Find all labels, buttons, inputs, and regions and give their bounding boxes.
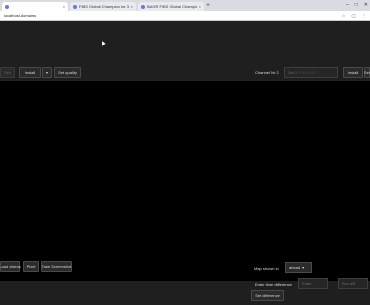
time-difference-extra-input[interactable]: Sec diff <box>338 278 368 289</box>
browser-tab-2[interactable]: FIBS Global Champion for 3D × <box>70 2 136 11</box>
mouse-cursor-icon <box>100 40 106 46</box>
channel-input[interactable]: Set 2 / / / / / / / / <box>284 67 338 78</box>
browser-tab-3[interactable]: BAGR FIBS Global Champion × <box>138 2 204 11</box>
address-bar[interactable]: localhost.domains ☆ ◯ ⋮ <box>0 11 370 21</box>
video-canvas[interactable] <box>0 81 370 281</box>
map-shown-value: ahead <box>289 265 301 270</box>
channel-label: Channel Nr 2 <box>255 70 279 75</box>
browser-tab-bar: × FIBS Global Champion for 3D × BAGR FIB… <box>0 0 370 11</box>
tab-favicon-icon <box>5 4 9 9</box>
window-controls: – □ ✕ <box>346 0 368 10</box>
new-tab-button[interactable]: + <box>204 2 212 11</box>
minimize-button[interactable]: – <box>346 0 349 10</box>
pixel-button[interactable]: Pixel <box>23 261 39 272</box>
sex-button[interactable]: Sex <box>0 67 15 78</box>
time-difference-label: Enter time difference <box>255 282 292 287</box>
load-videos-button[interactable]: Load videos <box>0 261 21 272</box>
time-difference-input[interactable]: Enter <box>298 278 328 289</box>
window-close-button[interactable]: ✕ <box>364 0 368 10</box>
tab-label: FIBS Global Champion for 3D <box>79 4 129 9</box>
chevron-down-icon: ▾ <box>302 265 305 270</box>
set-button-edge[interactable]: Set <box>364 67 370 78</box>
tab-favicon-icon <box>73 4 77 9</box>
map-shown-select[interactable]: ahead ▾ <box>285 262 312 273</box>
menu-icon[interactable]: ⋮ <box>362 13 366 18</box>
set-quality-button[interactable]: Set quality <box>54 67 81 78</box>
close-icon[interactable]: × <box>199 4 201 9</box>
close-icon[interactable]: × <box>63 4 65 9</box>
browser-tab-1[interactable]: × <box>2 2 68 11</box>
app-area: Sex Install ▾ Set quality Channel Nr 2 S… <box>0 21 370 305</box>
close-icon[interactable]: × <box>131 4 133 9</box>
address-bar-icons: ☆ ◯ ⋮ <box>342 13 366 18</box>
url-text[interactable]: localhost.domains <box>4 13 342 18</box>
dropdown-toggle[interactable]: ▾ <box>42 67 52 78</box>
install-button-right[interactable]: Install <box>343 67 363 78</box>
profile-icon[interactable]: ◯ <box>352 13 356 18</box>
install-button-left[interactable]: Install <box>19 67 41 78</box>
set-difference-button[interactable]: Set difference <box>251 290 284 301</box>
maximize-button[interactable]: □ <box>355 0 358 10</box>
take-screenshot-button[interactable]: Take Screenshot <box>41 261 72 272</box>
star-icon[interactable]: ☆ <box>342 13 346 18</box>
tab-label: BAGR FIBS Global Champion <box>147 4 197 9</box>
map-shown-label: Map shown in <box>254 266 279 271</box>
tab-favicon-icon <box>141 4 145 9</box>
